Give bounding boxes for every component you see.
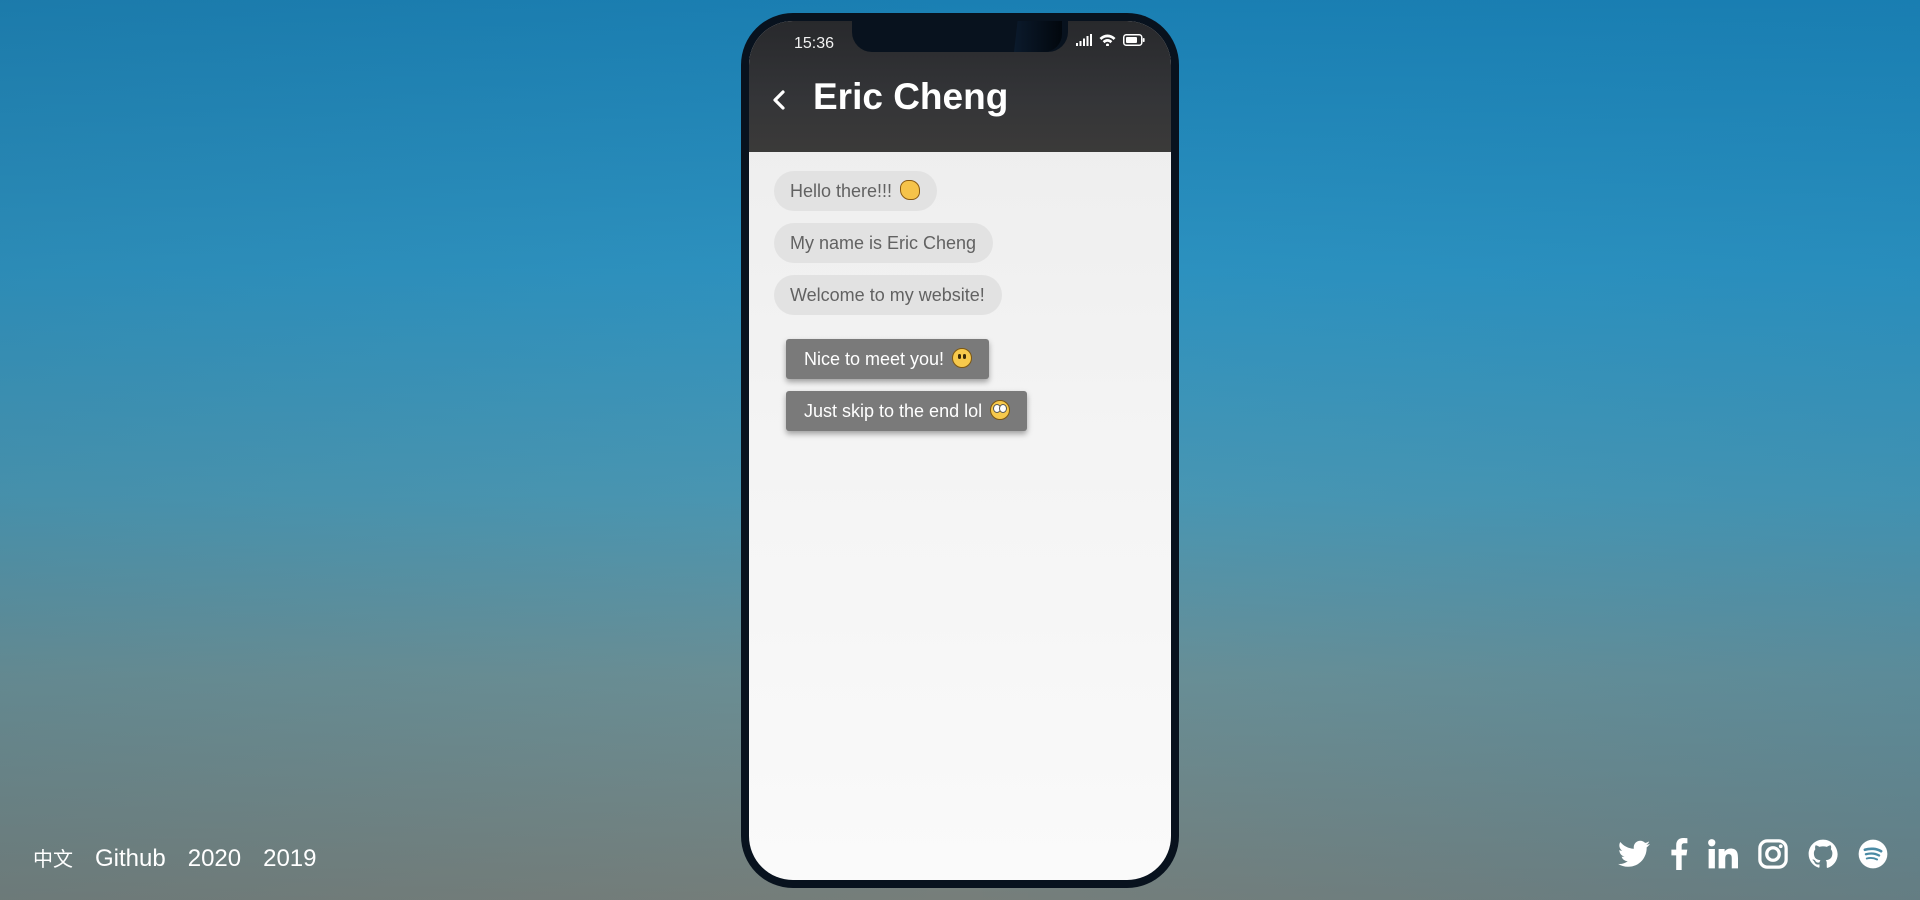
incoming-message: My name is Eric Cheng <box>774 223 994 263</box>
linkedin-icon[interactable] <box>1708 839 1738 874</box>
wifi-icon <box>1099 34 1116 46</box>
spotify-icon[interactable] <box>1858 839 1888 874</box>
phone-screen: 15:36 Eric Cheng Hello there!!! My name … <box>749 21 1171 880</box>
phone-frame: 15:36 Eric Cheng Hello there!!! My name … <box>741 13 1179 888</box>
waving-hand-emoji <box>900 180 921 200</box>
footer-links: 中文 Github 2020 2019 <box>33 843 317 873</box>
incoming-message: Welcome to my website! <box>774 275 1002 315</box>
reply-button-skip-to-end[interactable]: Just skip to the end lol <box>786 391 1028 431</box>
cellular-signal-icon <box>1076 34 1092 46</box>
message-list: Hello there!!! My name is Eric Cheng Wel… <box>774 171 1002 327</box>
github-icon[interactable] <box>1808 839 1838 874</box>
facebook-icon[interactable] <box>1670 838 1688 875</box>
year-2020-link[interactable]: 2020 <box>188 845 241 873</box>
phone-notch <box>852 21 1068 52</box>
instagram-icon[interactable] <box>1758 839 1788 874</box>
back-chevron-icon[interactable] <box>767 85 791 115</box>
smiley-emoji <box>952 348 973 368</box>
twitter-icon[interactable] <box>1618 840 1650 873</box>
quick-replies: Nice to meet you! Just skip to the end l… <box>786 339 1028 443</box>
battery-icon <box>1123 34 1145 46</box>
incoming-message: Hello there!!! <box>774 171 938 211</box>
github-link[interactable]: Github <box>95 845 166 873</box>
language-toggle-link[interactable]: 中文 <box>33 843 73 872</box>
status-time: 15:36 <box>794 35 835 52</box>
eye-roll-emoji <box>990 400 1011 420</box>
contact-name-title: Eric Cheng <box>813 76 1009 117</box>
status-icons <box>1076 34 1145 46</box>
social-links <box>1618 838 1888 875</box>
year-2019-link[interactable]: 2019 <box>263 845 316 873</box>
reply-button-nice-to-meet-you[interactable]: Nice to meet you! <box>786 339 990 379</box>
